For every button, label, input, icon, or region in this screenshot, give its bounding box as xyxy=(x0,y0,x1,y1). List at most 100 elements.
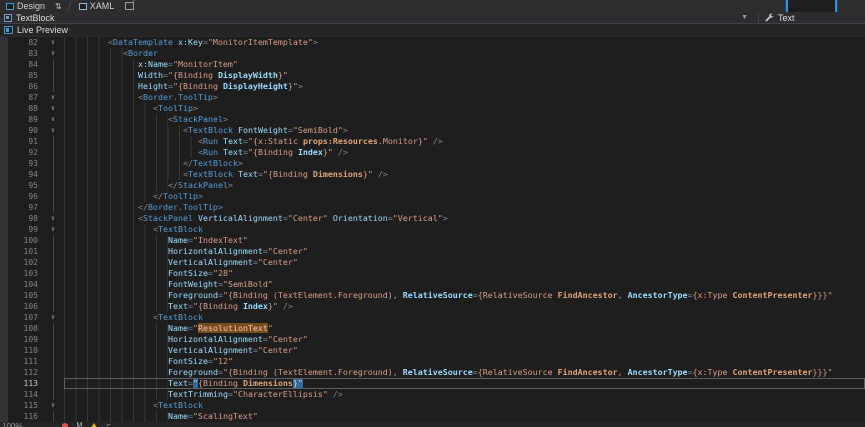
fold-guide xyxy=(42,389,64,400)
code-line[interactable]: 84x:Name="MonitorItem" xyxy=(0,59,865,70)
code-line[interactable]: 101HorizontalAlignment="Center" xyxy=(0,246,865,257)
error-icon[interactable] xyxy=(62,423,68,427)
code-line[interactable]: 102VerticalAlignment="Center" xyxy=(0,257,865,268)
code-line[interactable]: 109HorizontalAlignment="Center" xyxy=(0,334,865,345)
fold-guide xyxy=(42,345,64,356)
fold-guide xyxy=(42,59,64,70)
tab-divider xyxy=(67,1,72,11)
code-text: x:Name="MonitorItem" xyxy=(64,59,865,70)
fold-guide xyxy=(42,367,64,378)
fold-chevron-icon[interactable]: ∨ xyxy=(42,92,64,103)
member-dropdown[interactable]: Text xyxy=(758,12,865,23)
code-text: <Run Text="{Binding Index}" /> xyxy=(64,147,865,158)
design-icon xyxy=(6,3,14,10)
code-line[interactable]: 115∨<TextBlock xyxy=(0,400,865,411)
code-line[interactable]: 87∨<Border.ToolTip> xyxy=(0,92,865,103)
code-text: Text="{Binding Dimensions}" xyxy=(64,378,865,389)
code-text: VerticalAlignment="Center" xyxy=(64,257,865,268)
xaml-icon xyxy=(79,3,87,10)
fold-chevron-icon[interactable]: ∨ xyxy=(42,125,64,136)
code-line[interactable]: 85Width="{Binding DisplayWidth}" xyxy=(0,70,865,81)
fold-chevron-icon[interactable]: ∨ xyxy=(42,114,64,125)
code-line[interactable]: 91<Run Text="{x:Static props:Resources.M… xyxy=(0,136,865,147)
fold-guide xyxy=(42,169,64,180)
editor-left-margin xyxy=(0,37,8,422)
element-dropdown[interactable]: TextBlock ▼ xyxy=(0,12,758,23)
code-text: Height="{Binding DisplayHeight}"> xyxy=(64,81,865,92)
code-line[interactable]: 90∨<TextBlock FontWeight="SemiBold"> xyxy=(0,125,865,136)
tab-xaml[interactable]: XAML xyxy=(73,0,121,12)
code-line[interactable]: 94<TextBlock Text="{Binding Dimensions}"… xyxy=(0,169,865,180)
warning-icon[interactable] xyxy=(90,423,98,427)
code-text: FontSize="28" xyxy=(64,268,865,279)
code-line[interactable]: 105Foreground="{Binding (TextElement.For… xyxy=(0,290,865,301)
fold-chevron-icon[interactable]: ∨ xyxy=(42,213,64,224)
code-line[interactable]: 104FontWeight="SemiBold" xyxy=(0,279,865,290)
xaml-editor-window: Design ⇅ XAML TextBlock ▼ Text Live Prev… xyxy=(0,0,865,427)
code-line[interactable]: 99∨<TextBlock xyxy=(0,224,865,235)
code-text: FontWeight="SemiBold" xyxy=(64,279,865,290)
zoom-level-label[interactable]: 100% xyxy=(2,422,22,427)
code-line[interactable]: 86Height="{Binding DisplayHeight}"> xyxy=(0,81,865,92)
fold-chevron-icon[interactable]: ∨ xyxy=(42,400,64,411)
code-text: TextTrimming="CharacterEllipsis" /> xyxy=(64,389,865,400)
code-line[interactable]: 111FontSize="12" xyxy=(0,356,865,367)
error-count-label: M xyxy=(76,422,82,427)
code-text: <Border xyxy=(64,48,865,59)
code-line[interactable]: 106Text="{Binding Index}" /> xyxy=(0,301,865,312)
fold-chevron-icon[interactable]: ∨ xyxy=(42,224,64,235)
code-line[interactable]: 100Name="IndexText" xyxy=(0,235,865,246)
swap-panes-icon[interactable]: ⇅ xyxy=(51,2,66,11)
code-editor[interactable]: 82∨<DataTemplate x:Key="MonitorItemTempl… xyxy=(0,37,865,422)
code-line[interactable]: 89∨<StackPanel> xyxy=(0,114,865,125)
code-line[interactable]: 83∨<Border xyxy=(0,48,865,59)
code-text: Foreground="{Binding (TextElement.Foregr… xyxy=(64,367,865,378)
code-line[interactable]: 112Foreground="{Binding (TextElement.For… xyxy=(0,367,865,378)
code-line[interactable]: 97</Border.ToolTip> xyxy=(0,202,865,213)
code-line[interactable]: 92<Run Text="{Binding Index}" /> xyxy=(0,147,865,158)
fold-chevron-icon[interactable]: ∨ xyxy=(42,48,64,59)
code-line[interactable]: 108Name="ResolutionText" xyxy=(0,323,865,334)
code-line[interactable]: 110VerticalAlignment="Center" xyxy=(0,345,865,356)
code-line[interactable]: 114TextTrimming="CharacterEllipsis" /> xyxy=(0,389,865,400)
chevron-down-icon[interactable]: ▼ xyxy=(741,14,748,21)
code-line[interactable]: 93</TextBlock> xyxy=(0,158,865,169)
fold-guide xyxy=(42,257,64,268)
fold-guide xyxy=(42,323,64,334)
popout-icon[interactable] xyxy=(125,2,134,10)
code-line[interactable]: 82∨<DataTemplate x:Key="MonitorItemTempl… xyxy=(0,37,865,48)
code-text: </ToolTip> xyxy=(64,191,865,202)
code-text: <TextBlock xyxy=(64,400,865,411)
fold-guide xyxy=(42,268,64,279)
code-text: </StackPanel> xyxy=(64,180,865,191)
tab-design[interactable]: Design xyxy=(0,0,51,12)
fold-chevron-icon[interactable]: ∨ xyxy=(42,103,64,114)
code-line[interactable]: 103FontSize="28" xyxy=(0,268,865,279)
code-text: <ToolTip> xyxy=(64,103,865,114)
live-preview-icon xyxy=(4,26,13,34)
code-line[interactable]: 95</StackPanel> xyxy=(0,180,865,191)
code-line[interactable]: 107∨<TextBlock xyxy=(0,312,865,323)
element-dropdown-label: TextBlock xyxy=(16,13,55,23)
fold-guide xyxy=(42,235,64,246)
member-dropdown-label: Text xyxy=(778,13,795,23)
fold-guide xyxy=(42,411,64,422)
code-line[interactable]: 116Name="ScalingText" xyxy=(0,411,865,422)
fold-chevron-icon[interactable]: ∨ xyxy=(42,312,64,323)
code-line[interactable]: 96</ToolTip> xyxy=(0,191,865,202)
fold-guide xyxy=(42,180,64,191)
code-text: <DataTemplate x:Key="MonitorItemTemplate… xyxy=(64,37,865,48)
code-line[interactable]: 98∨<StackPanel VerticalAlignment="Center… xyxy=(0,213,865,224)
code-line[interactable]: 113Text="{Binding Dimensions}" xyxy=(0,378,865,389)
code-area: 82∨<DataTemplate x:Key="MonitorItemTempl… xyxy=(0,37,865,422)
code-line[interactable]: 88∨<ToolTip> xyxy=(0,103,865,114)
status-extra-glyph: ⌐ xyxy=(106,422,110,427)
code-text: <Run Text="{x:Static props:Resources.Mon… xyxy=(64,136,865,147)
code-text: HorizontalAlignment="Center" xyxy=(64,334,865,345)
fold-chevron-icon[interactable]: ∨ xyxy=(42,37,64,48)
fold-guide xyxy=(42,191,64,202)
fold-guide xyxy=(42,301,64,312)
fold-guide xyxy=(42,147,64,158)
code-text: <TextBlock FontWeight="SemiBold"> xyxy=(64,125,865,136)
fold-guide xyxy=(42,81,64,92)
